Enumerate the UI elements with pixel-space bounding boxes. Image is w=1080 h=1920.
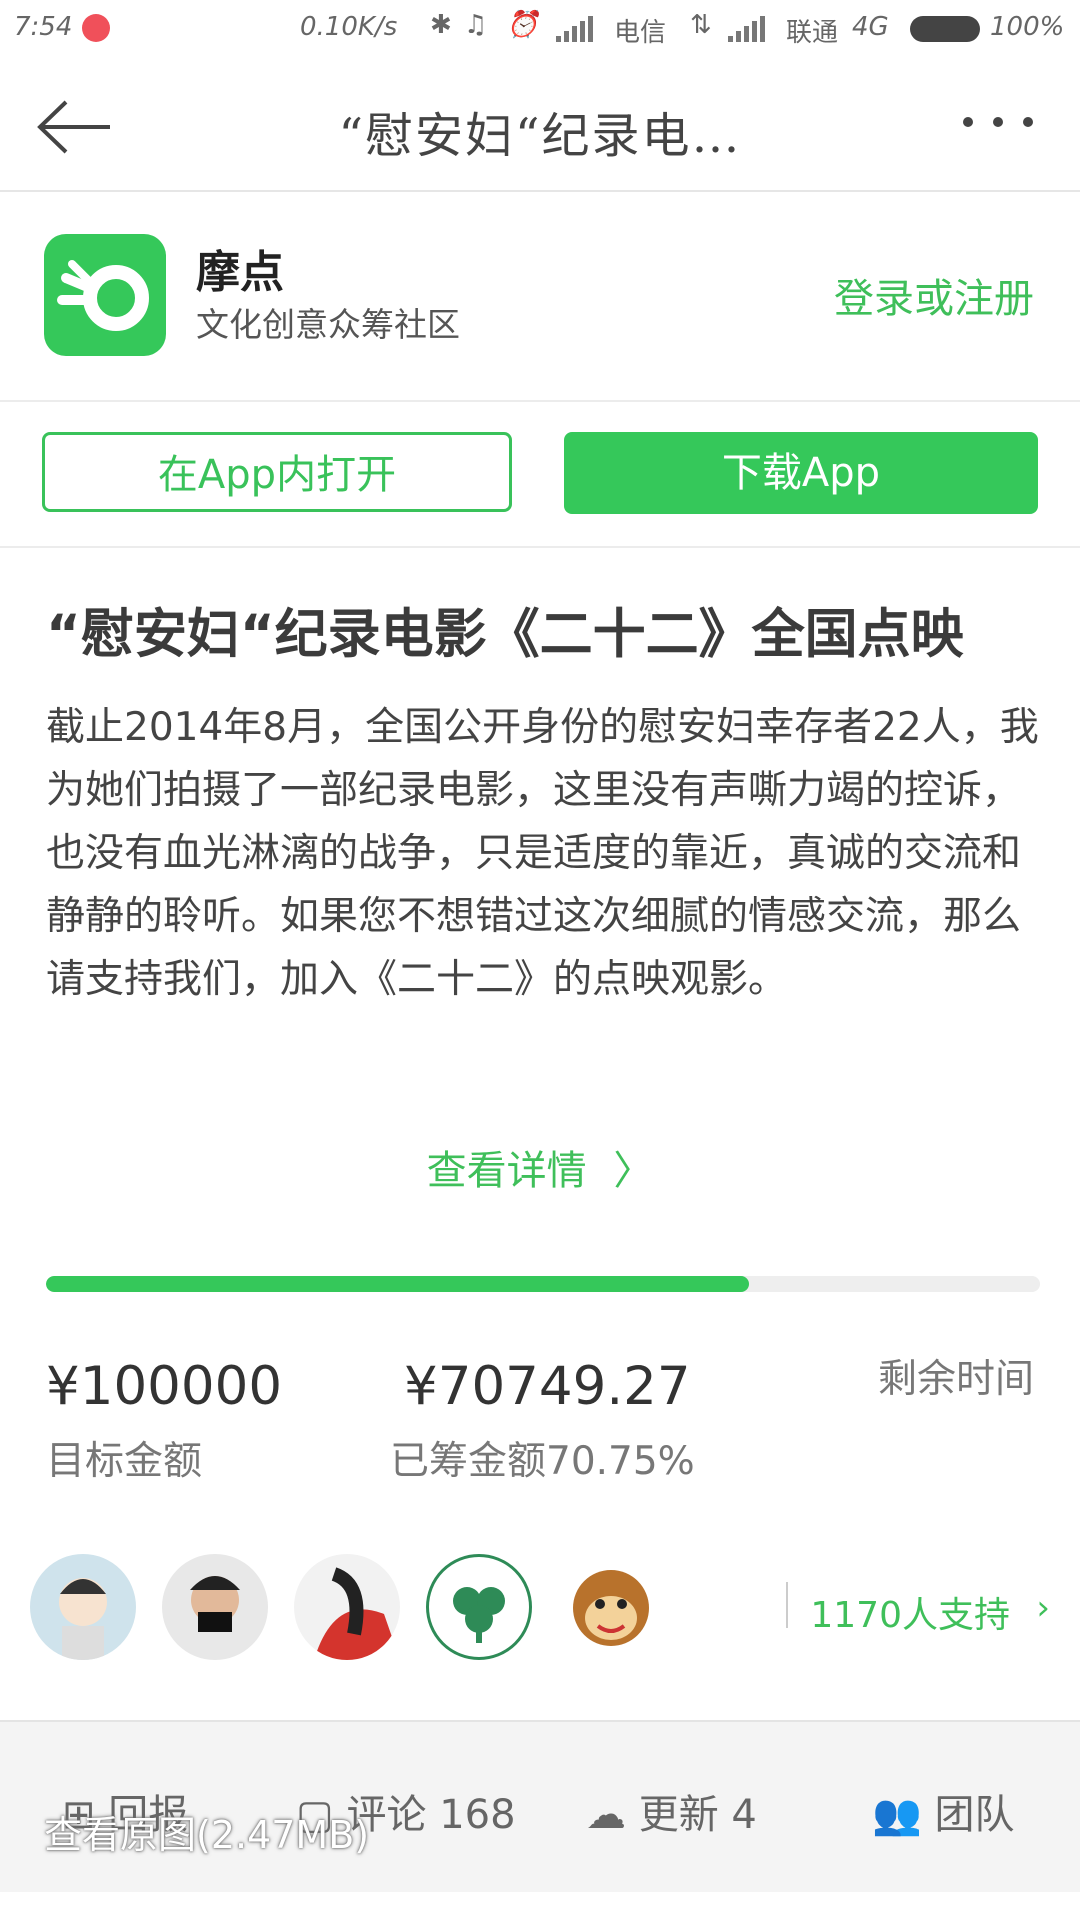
target-amount-label: 目标金额 bbox=[46, 1439, 203, 1484]
tab-updates[interactable]: ☁ 更新 4 bbox=[586, 1782, 757, 1840]
project-title: “慰安妇“纪录电影《二十二》全国点映 bbox=[46, 604, 964, 665]
open-in-app-button[interactable]: 在App内打开 bbox=[42, 432, 512, 512]
view-details-label: 查看详情 bbox=[426, 1148, 587, 1194]
net-speed: 0.10K/s bbox=[300, 12, 398, 42]
download-app-button[interactable]: 下载App bbox=[564, 432, 1038, 514]
funding-progress-bar bbox=[46, 1276, 1040, 1292]
status-time: 7:54 bbox=[14, 12, 73, 42]
project-description: 截止2014年8月，全国公开身份的慰安妇幸存者22人，我为她们拍摄了一部纪录电影… bbox=[46, 705, 1039, 1002]
battery-level: 100% bbox=[990, 12, 1065, 42]
app-action-row: 在App内打开 下载App bbox=[0, 402, 1080, 548]
remaining-time-label: 剩余时间 bbox=[877, 1357, 1034, 1402]
bluetooth-icon: ✱ bbox=[430, 10, 452, 40]
supporters-row[interactable]: 1170人支持 › bbox=[0, 1540, 1080, 1670]
notification-icon bbox=[82, 14, 110, 42]
supporter-count[interactable]: 1170人支持 bbox=[810, 1586, 1010, 1638]
login-register-link[interactable]: 登录或注册 bbox=[834, 266, 1034, 324]
target-amount: ¥100000 bbox=[46, 1356, 283, 1417]
tab-team-label: 团队 bbox=[934, 1792, 1015, 1838]
tab-updates-label: 更新 4 bbox=[638, 1792, 757, 1838]
view-original-image-link[interactable]: 查看原图(2.47MB) bbox=[44, 1804, 369, 1859]
view-details-link[interactable]: 查看详情 〉 bbox=[0, 1138, 1080, 1196]
page-title: “慰安妇“纪录电… bbox=[338, 108, 742, 164]
alarm-icon: ⏰ bbox=[506, 10, 539, 40]
avatar[interactable] bbox=[30, 1554, 136, 1660]
avatar[interactable] bbox=[162, 1554, 268, 1660]
modian-logo-icon bbox=[57, 260, 149, 331]
avatar[interactable] bbox=[294, 1554, 400, 1660]
tab-team[interactable]: 👥 团队 bbox=[872, 1782, 1015, 1840]
app-banner: 摩点 文化创意众筹社区 登录或注册 bbox=[0, 192, 1080, 402]
raised-amount: ¥70749.27 bbox=[404, 1356, 691, 1417]
data-transfer-icon: ⇅ bbox=[690, 10, 712, 40]
carrier-1: 电信 bbox=[614, 18, 667, 48]
signal-icon bbox=[556, 16, 593, 42]
tab-comments-label: 评论 168 bbox=[346, 1792, 516, 1838]
status-bar: 7:54 0.10K/s ✱ ♫ ⏰ 电信 ⇅ 联通 4G 100% bbox=[0, 0, 1080, 62]
more-dots-icon[interactable] bbox=[960, 114, 1036, 130]
chevron-right-icon: 〉 bbox=[613, 1148, 654, 1194]
chevron-right-icon: › bbox=[1036, 1588, 1050, 1628]
back-arrow-icon[interactable] bbox=[36, 96, 114, 158]
raised-amount-label: 已筹金额70.75% bbox=[390, 1439, 695, 1484]
upload-cloud-icon: ☁ bbox=[586, 1792, 626, 1838]
avatar[interactable] bbox=[558, 1554, 664, 1660]
carrier-2: 联通 bbox=[786, 18, 839, 48]
nav-bar: “慰安妇“纪录电… bbox=[0, 62, 1080, 192]
app-subtitle: 文化创意众筹社区 bbox=[196, 305, 460, 344]
signal-icon-2 bbox=[728, 16, 765, 42]
network-type: 4G bbox=[852, 12, 889, 42]
divider bbox=[786, 1582, 788, 1628]
app-logo bbox=[44, 234, 166, 356]
battery-icon bbox=[910, 16, 980, 42]
avatar[interactable] bbox=[426, 1554, 532, 1660]
team-icon: 👥 bbox=[872, 1792, 922, 1838]
app-name: 摩点 bbox=[196, 247, 284, 298]
funding-progress-fill bbox=[46, 1276, 750, 1292]
mute-icon: ♫ bbox=[464, 10, 488, 40]
